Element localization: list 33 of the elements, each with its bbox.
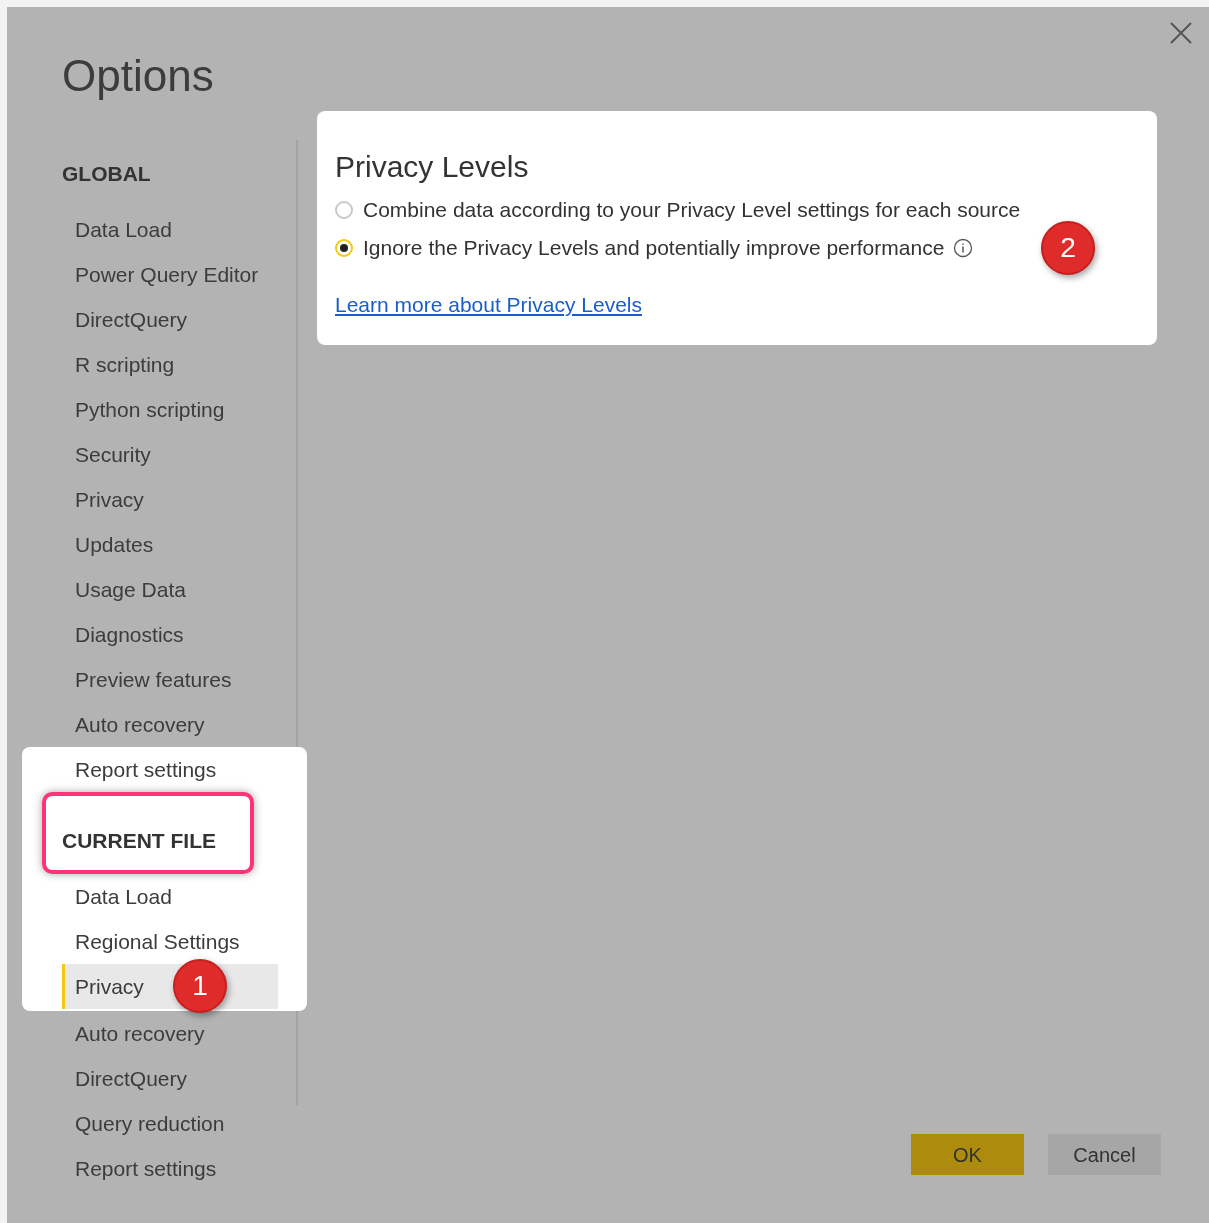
nav-item[interactable]: Security <box>62 432 278 477</box>
section-heading: CURRENT FILE <box>62 827 216 854</box>
nav-item[interactable]: DirectQuery <box>62 297 278 342</box>
nav-item[interactable]: Diagnostics <box>62 612 278 657</box>
info-icon <box>953 238 974 258</box>
ok-button[interactable]: OK <box>911 1134 1024 1175</box>
radio-label: Ignore the Privacy Levels and potentially improve performance <box>363 235 945 262</box>
nav-item[interactable]: Data Load <box>62 874 278 919</box>
nav-item[interactable]: Data Load <box>62 207 278 252</box>
callout-badge: 1 <box>173 959 227 1013</box>
nav-item[interactable]: Query reduction <box>62 1101 278 1146</box>
close-icon <box>1170 22 1192 44</box>
nav-item[interactable]: Auto recovery <box>62 702 278 747</box>
learn-more-link[interactable]: Learn more about Privacy Levels <box>335 289 642 321</box>
window-title: Options <box>62 51 214 100</box>
nav-item[interactable]: Updates <box>62 522 278 567</box>
radio-button[interactable] <box>335 239 353 257</box>
radio-label: Combine data according to your Privacy Level settings for each source <box>363 197 1021 224</box>
nav-item[interactable]: Report settings <box>62 747 278 792</box>
section-heading: GLOBAL <box>62 160 151 187</box>
cancel-button[interactable]: Cancel <box>1048 1134 1161 1175</box>
nav-item[interactable]: Python scripting <box>62 387 278 432</box>
nav-item[interactable]: Power Query Editor <box>62 252 278 297</box>
nav-item[interactable]: Privacy <box>62 477 278 522</box>
nav-item[interactable]: R scripting <box>62 342 278 387</box>
radio-button[interactable] <box>335 201 353 219</box>
panel-heading: Privacy Levels <box>335 149 529 185</box>
callout-badge: 2 <box>1041 221 1095 275</box>
nav-item[interactable]: Auto recovery <box>62 1011 278 1056</box>
nav-item[interactable]: Usage Data <box>62 567 278 612</box>
nav-item[interactable]: DirectQuery <box>62 1056 278 1101</box>
nav-item[interactable]: Report settings <box>62 1146 278 1191</box>
nav-item[interactable]: Preview features <box>62 657 278 702</box>
